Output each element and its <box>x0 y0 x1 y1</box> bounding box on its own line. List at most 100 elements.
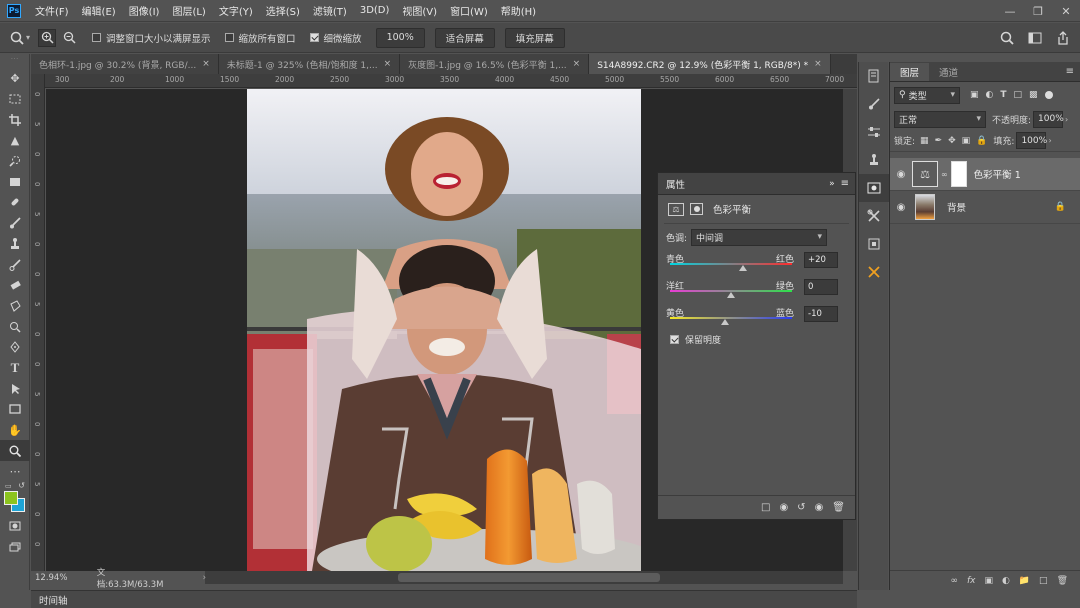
chevron-right-icon[interactable]: › <box>203 573 206 583</box>
brush-tool-icon[interactable] <box>0 213 30 234</box>
mask-icon[interactable] <box>690 203 703 215</box>
zoom-tool-icon[interactable] <box>8 29 26 47</box>
filter-smart-icon[interactable]: ▩ <box>1029 90 1038 100</box>
healing-brush-icon[interactable] <box>0 192 30 213</box>
brush-panel-icon[interactable] <box>859 90 889 118</box>
history-panel-icon[interactable] <box>859 62 889 90</box>
more-tools-icon[interactable]: ⋯ <box>0 461 30 482</box>
collapse-panel-icon[interactable]: » <box>829 179 835 189</box>
slider-value-input[interactable]: +20 <box>804 252 838 268</box>
gradient-tool-icon[interactable] <box>0 296 30 317</box>
frame-tool-icon[interactable]: ▲ <box>0 130 30 151</box>
share-icon[interactable] <box>1054 29 1072 47</box>
chevron-right-icon[interactable]: › <box>1065 115 1068 124</box>
libraries-panel-icon[interactable] <box>859 230 889 258</box>
reset-icon[interactable]: ↺ <box>797 502 805 513</box>
history-brush-icon[interactable] <box>0 254 30 275</box>
lock-artboard-icon[interactable]: ▣ <box>962 136 971 146</box>
scissors-tool-icon[interactable] <box>859 258 889 286</box>
close-icon[interactable]: × <box>202 59 210 69</box>
marquee-tool-icon[interactable] <box>0 89 30 110</box>
close-icon[interactable]: × <box>814 59 822 69</box>
menu-select[interactable]: 选择(S) <box>266 3 300 18</box>
cyan-red-slider[interactable]: 青色 红色 +20 <box>658 250 855 277</box>
default-colors-icon[interactable]: ▭ <box>5 482 12 490</box>
link-layers-icon[interactable]: ∞ <box>950 576 958 586</box>
tone-select[interactable]: 中间调 ▾ <box>691 228 828 246</box>
new-group-icon[interactable]: 📁 <box>1019 576 1030 586</box>
zoom-tool-icon[interactable] <box>0 440 30 462</box>
clone-source-icon[interactable] <box>859 146 889 174</box>
filter-adjustment-icon[interactable]: ◐ <box>986 90 994 100</box>
lock-icon[interactable]: 🔒 <box>1055 202 1066 212</box>
document-photo[interactable] <box>247 89 641 571</box>
menu-image[interactable]: 图像(I) <box>129 3 160 18</box>
timeline-label[interactable]: 时间轴 <box>39 593 68 607</box>
screen-mode-icon[interactable] <box>0 536 30 557</box>
pen-tool-icon[interactable] <box>0 337 30 358</box>
close-icon[interactable]: × <box>573 59 581 69</box>
tool-presets-icon[interactable] <box>859 202 889 230</box>
rectangle-tool-icon[interactable] <box>0 399 30 420</box>
resize-windows-checkbox[interactable]: 调整窗口大小以满屏显示 <box>92 31 211 45</box>
menu-help[interactable]: 帮助(H) <box>501 3 536 18</box>
close-icon[interactable]: ✕ <box>1052 5 1080 18</box>
doc-tab[interactable]: 色相环-1.jpg @ 30.2% (背景, RGB/... × <box>31 54 219 74</box>
slider-value-input[interactable]: 0 <box>804 279 838 295</box>
dodge-tool-icon[interactable] <box>0 316 30 337</box>
minimize-icon[interactable]: — <box>996 5 1024 18</box>
preserve-luminosity-checkbox[interactable]: 保留明度 <box>658 333 855 346</box>
search-icon[interactable] <box>998 29 1016 47</box>
menu-window[interactable]: 窗口(W) <box>450 3 488 18</box>
slider-track[interactable] <box>670 263 792 265</box>
opacity-input[interactable]: 100% <box>1033 110 1064 128</box>
add-mask-icon[interactable]: ▣ <box>984 576 993 586</box>
doc-tab[interactable]: 灰度图-1.jpg @ 16.5% (色彩平衡 1,... × <box>400 54 590 74</box>
layer-name[interactable]: 背景 <box>947 200 966 214</box>
balance-scale-icon[interactable]: ⚖ <box>668 202 684 216</box>
fill-screen-button[interactable]: 填充屏幕 <box>504 27 565 48</box>
filter-pixel-icon[interactable]: ▣ <box>970 90 979 100</box>
workspace-icon[interactable] <box>1026 29 1044 47</box>
menu-filter[interactable]: 滤镜(T) <box>313 3 347 18</box>
tab-channels[interactable]: 通道 <box>929 63 968 81</box>
menu-3d[interactable]: 3D(D) <box>360 5 390 16</box>
menu-edit[interactable]: 编辑(E) <box>82 3 116 18</box>
filter-toggle-icon[interactable] <box>1044 91 1053 99</box>
menu-view[interactable]: 视图(V) <box>402 3 437 18</box>
zoom-in-icon[interactable] <box>38 28 57 47</box>
lock-pixels-icon[interactable]: ✒ <box>935 136 943 146</box>
chevron-down-icon[interactable]: ▾ <box>26 33 30 42</box>
filter-shape-icon[interactable]: □ <box>1014 90 1023 100</box>
filter-type-icon[interactable]: T <box>1000 90 1006 100</box>
lock-transparency-icon[interactable]: ▦ <box>920 136 929 146</box>
color-swatches[interactable]: ▭ ↺ <box>0 481 29 516</box>
visibility-eye-icon[interactable]: ◉ <box>815 502 824 513</box>
panel-menu-icon[interactable]: ≡ <box>1066 66 1074 77</box>
hand-tool-icon[interactable]: ✋ <box>0 420 30 441</box>
fill-input[interactable]: 100% <box>1016 132 1047 149</box>
path-select-icon[interactable] <box>0 378 30 399</box>
clone-stamp-icon[interactable] <box>0 234 30 255</box>
close-icon[interactable]: × <box>384 59 392 69</box>
new-adjustment-icon[interactable]: ◐ <box>1002 576 1010 586</box>
properties-panel-icon[interactable] <box>859 174 889 202</box>
clip-to-layer-icon[interactable]: □ <box>761 502 770 513</box>
swap-colors-icon[interactable]: ↺ <box>18 481 25 490</box>
eyedropper-icon[interactable] <box>0 171 30 192</box>
new-layer-icon[interactable]: □ <box>1039 576 1048 586</box>
quick-mask-icon[interactable] <box>0 516 30 537</box>
crop-tool-icon[interactable] <box>0 109 30 130</box>
layer-row-background[interactable]: ◉ 背景 🔒 <box>890 191 1080 224</box>
horizontal-scroll-thumb[interactable] <box>398 573 660 582</box>
layer-mask-thumbnail[interactable] <box>950 161 967 187</box>
lock-position-icon[interactable]: ✥ <box>948 136 956 146</box>
trash-icon[interactable]: 🗑 <box>832 502 845 513</box>
slider-value-input[interactable]: -10 <box>804 306 838 322</box>
panel-menu-icon[interactable]: ≡ <box>841 178 849 189</box>
zoom-out-icon[interactable] <box>60 29 78 47</box>
blend-mode-select[interactable]: 正常 ▾ <box>894 110 986 128</box>
type-tool-icon[interactable]: T <box>0 358 30 379</box>
zoom-100-button[interactable]: 100% <box>375 27 425 48</box>
visibility-eye-icon[interactable]: ◉ <box>890 169 912 180</box>
